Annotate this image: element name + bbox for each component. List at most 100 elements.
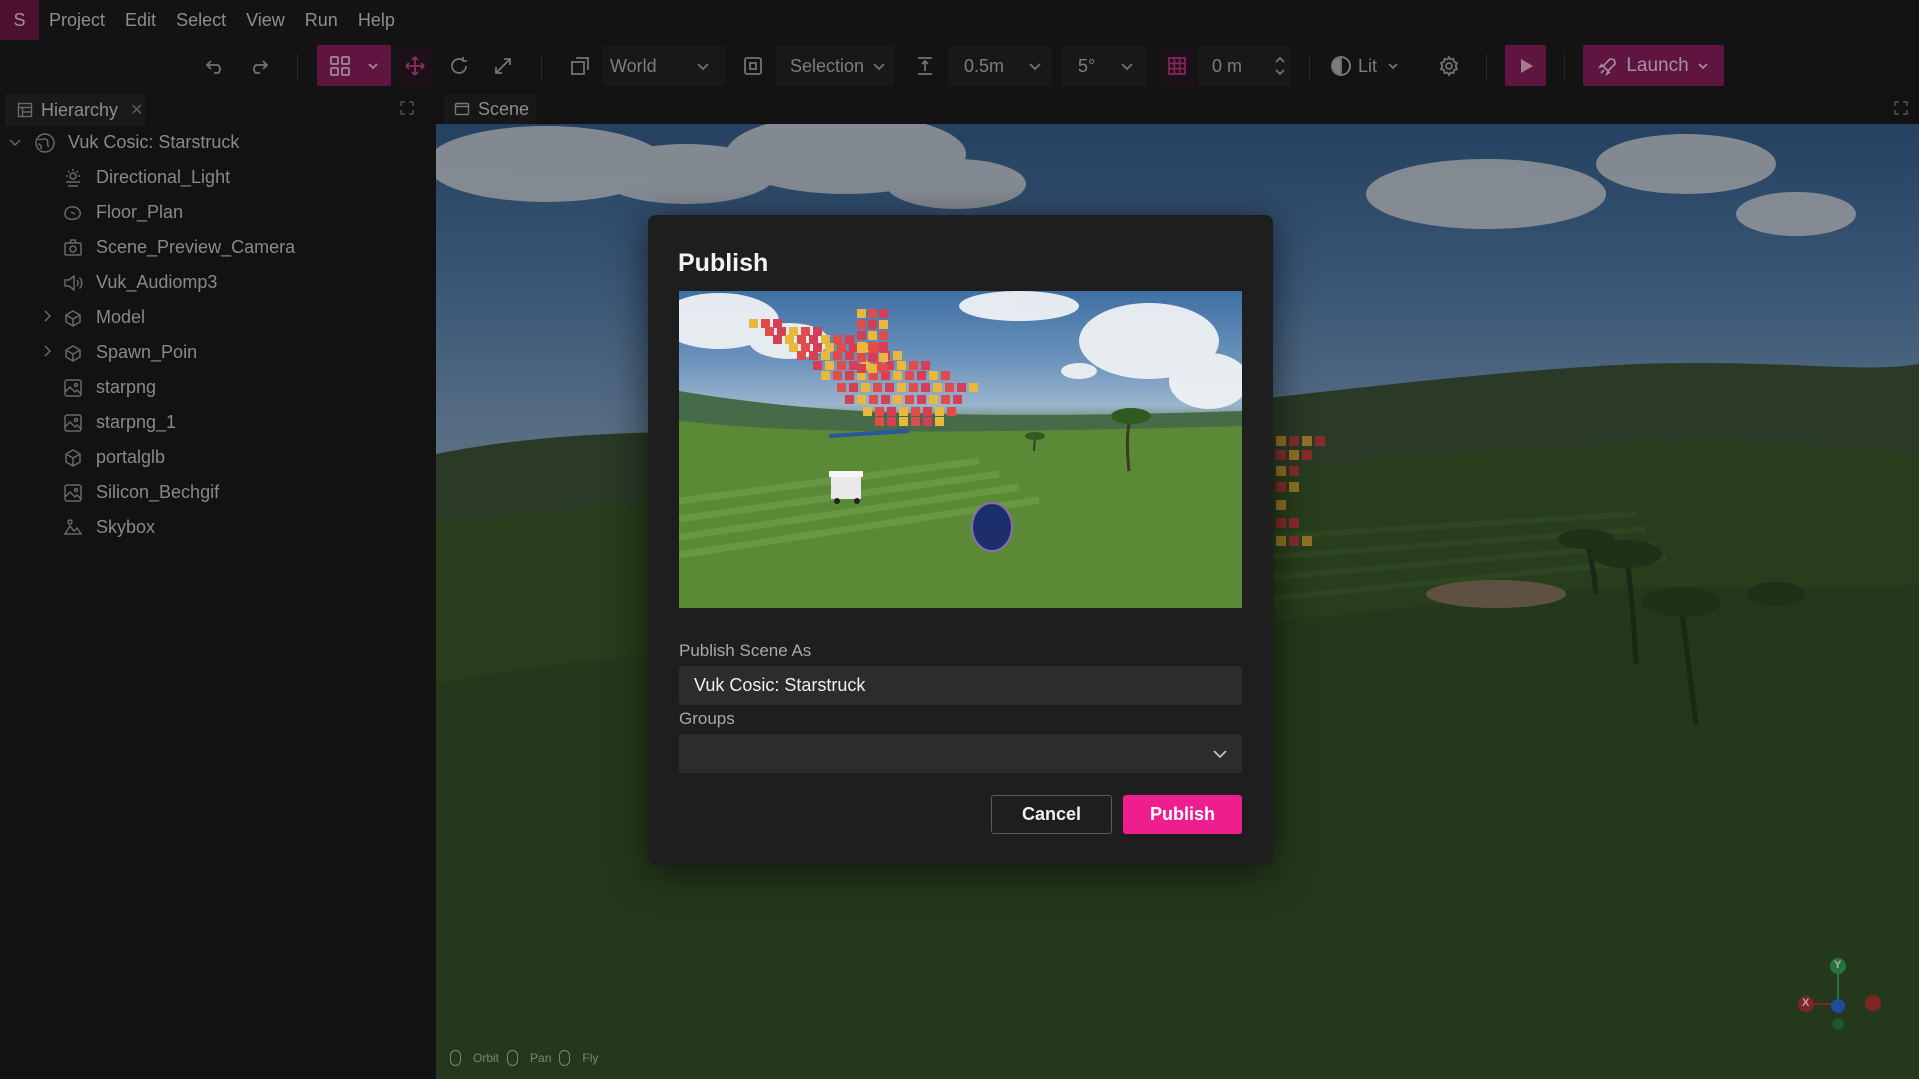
star-tile <box>825 343 834 352</box>
publish-button[interactable]: Publish <box>1123 795 1242 834</box>
star-tile <box>897 383 906 392</box>
star-tile <box>857 364 866 373</box>
star-tile <box>765 327 774 336</box>
star-tile <box>897 361 906 370</box>
star-tile <box>879 309 888 318</box>
star-tile <box>833 371 842 380</box>
star-tile <box>821 335 830 344</box>
star-tile <box>869 395 878 404</box>
star-tile <box>899 417 908 426</box>
scene-preview-image <box>679 291 1242 608</box>
star-tile <box>875 417 884 426</box>
star-tile <box>929 371 938 380</box>
star-tile <box>857 395 866 404</box>
star-tile <box>885 383 894 392</box>
star-tile <box>899 407 908 416</box>
star-tile <box>873 383 882 392</box>
star-tile <box>881 395 890 404</box>
groups-select[interactable] <box>679 734 1242 773</box>
star-tile <box>893 395 902 404</box>
star-tile <box>929 395 938 404</box>
groups-label: Groups <box>679 709 735 728</box>
star-tile <box>809 335 818 344</box>
star-tile <box>868 309 877 318</box>
star-tile <box>849 361 858 370</box>
star-tile <box>893 351 902 360</box>
star-tile <box>845 335 854 344</box>
star-tile <box>969 383 978 392</box>
star-tile <box>813 343 822 352</box>
star-tile <box>861 383 870 392</box>
star-tile <box>921 383 930 392</box>
star-tile <box>849 343 858 352</box>
star-tile <box>905 395 914 404</box>
star-tile <box>813 361 822 370</box>
preview-render <box>679 291 1242 608</box>
star-tile <box>857 331 866 340</box>
star-tile <box>849 383 858 392</box>
star-tile <box>837 383 846 392</box>
dialog-title: Publish <box>678 249 769 277</box>
star-tile <box>887 407 896 416</box>
star-tile <box>947 407 956 416</box>
star-tile <box>941 395 950 404</box>
star-tile <box>868 364 877 373</box>
star-tile <box>821 351 830 360</box>
star-tile <box>887 417 896 426</box>
star-tile <box>911 407 920 416</box>
star-tile <box>868 320 877 329</box>
star-tile <box>935 407 944 416</box>
star-tile <box>837 361 846 370</box>
star-tile <box>879 342 888 351</box>
star-tile <box>917 395 926 404</box>
star-tile <box>857 309 866 318</box>
star-tile <box>921 361 930 370</box>
star-tile <box>833 335 842 344</box>
star-tile <box>893 371 902 380</box>
star-tile <box>879 331 888 340</box>
star-tile <box>953 395 962 404</box>
star-tile <box>773 319 782 328</box>
star-tile <box>825 361 834 370</box>
star-tile <box>773 335 782 344</box>
star-tile <box>868 331 877 340</box>
cancel-button[interactable]: Cancel <box>991 795 1112 834</box>
star-tile <box>923 407 932 416</box>
star-tile <box>801 327 810 336</box>
star-tile <box>837 343 846 352</box>
star-tile <box>911 417 920 426</box>
star-tile <box>875 407 884 416</box>
scene-name-input[interactable]: Vuk Cosic: Starstruck <box>679 666 1242 705</box>
chevron-down-icon <box>1213 750 1227 759</box>
star-tile <box>833 351 842 360</box>
star-tile <box>845 395 854 404</box>
star-tile <box>845 351 854 360</box>
star-tile <box>789 327 798 336</box>
star-tile <box>845 371 854 380</box>
star-tile <box>941 371 950 380</box>
star-tile <box>777 327 786 336</box>
star-tile <box>857 353 866 362</box>
star-tile <box>801 343 810 352</box>
star-tile <box>933 383 942 392</box>
star-tile <box>879 364 888 373</box>
star-tile <box>917 371 926 380</box>
star-tile <box>905 371 914 380</box>
star-tile <box>957 383 966 392</box>
star-tile <box>879 320 888 329</box>
star-tile <box>785 335 794 344</box>
star-tile <box>923 417 932 426</box>
star-tile <box>821 371 830 380</box>
star-tile <box>857 320 866 329</box>
star-tile <box>909 361 918 370</box>
star-tile <box>789 343 798 352</box>
star-tile <box>909 383 918 392</box>
star-tile <box>879 353 888 362</box>
star-tile <box>945 383 954 392</box>
star-tile <box>809 351 818 360</box>
star-tile <box>797 351 806 360</box>
publish-dialog: Publish Publish Scene As Vuk Cosic: Star… <box>648 215 1273 865</box>
scene-name-label: Publish Scene As <box>679 641 812 660</box>
star-tile <box>813 327 822 336</box>
star-tile <box>868 353 877 362</box>
